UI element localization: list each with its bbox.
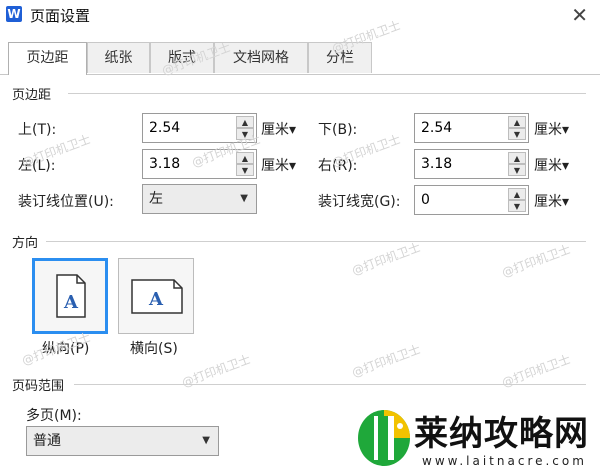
brand-url: www.laitnacre.com bbox=[422, 454, 587, 468]
bottom-margin-unit[interactable]: 厘米▾ bbox=[534, 119, 569, 139]
top-margin-input[interactable] bbox=[143, 114, 243, 142]
spin-up-icon[interactable]: ▲ bbox=[508, 188, 526, 200]
spin-up-icon[interactable]: ▲ bbox=[508, 152, 526, 164]
right-margin-spinner[interactable]: ▲ ▼ bbox=[414, 149, 529, 179]
gutter-position-value: 左 bbox=[149, 191, 163, 207]
chevron-down-icon: ▼ bbox=[202, 435, 210, 446]
title-bar: W 页面设置 ✕ bbox=[0, 0, 600, 32]
gutter-width-unit[interactable]: 厘米▾ bbox=[534, 191, 569, 211]
page-setup-dialog: W 页面设置 ✕ 页边距 纸张 版式 文档网格 分栏 页边距 上(T): ▲ ▼… bbox=[0, 0, 600, 472]
brand-logo-icon bbox=[358, 410, 410, 466]
bottom-margin-label: 下(B): bbox=[318, 122, 358, 138]
section-divider bbox=[46, 241, 586, 242]
section-title-margins: 页边距 bbox=[12, 88, 52, 103]
landscape-glyph: A bbox=[148, 289, 164, 310]
section-title-orientation: 方向 bbox=[12, 236, 39, 251]
bottom-margin-spinner[interactable]: ▲ ▼ bbox=[414, 113, 529, 143]
spin-down-icon[interactable]: ▼ bbox=[508, 128, 526, 140]
spin-up-icon[interactable]: ▲ bbox=[236, 116, 254, 128]
gutter-width-input[interactable] bbox=[415, 186, 515, 214]
watermark-text: @打印机卫士 bbox=[349, 342, 423, 380]
chevron-down-icon: ▼ bbox=[240, 193, 248, 204]
multiple-pages-value: 普通 bbox=[33, 433, 61, 449]
spin-down-icon[interactable]: ▼ bbox=[508, 164, 526, 176]
watermark-text: @打印机卫士 bbox=[499, 242, 573, 280]
watermark-text: @打印机卫士 bbox=[349, 240, 423, 278]
right-margin-unit[interactable]: 厘米▾ bbox=[534, 155, 569, 175]
dialog-title: 页面设置 bbox=[30, 7, 91, 25]
section-title-pages: 页码范围 bbox=[12, 379, 65, 394]
spin-down-icon[interactable]: ▼ bbox=[236, 164, 254, 176]
wps-writer-icon: W bbox=[6, 6, 22, 22]
gutter-width-spinner[interactable]: ▲ ▼ bbox=[414, 185, 529, 215]
gutter-width-label: 装订线宽(G): bbox=[318, 194, 401, 210]
portrait-page-icon: A bbox=[56, 274, 86, 318]
landscape-option[interactable]: A bbox=[118, 258, 194, 334]
landscape-page-icon: A bbox=[131, 279, 183, 314]
portrait-glyph: A bbox=[63, 292, 79, 313]
landscape-label[interactable]: 横向(S) bbox=[130, 338, 178, 358]
tab-margins[interactable]: 页边距 bbox=[8, 42, 87, 75]
multiple-pages-label: 多页(M): bbox=[26, 408, 82, 424]
brand-name: 莱纳攻略网 bbox=[414, 414, 589, 454]
tab-bar: 页边距 纸张 版式 文档网格 分栏 bbox=[0, 42, 600, 75]
gutter-position-label: 装订线位置(U): bbox=[18, 194, 114, 210]
tab-paper[interactable]: 纸张 bbox=[87, 42, 150, 73]
top-margin-unit[interactable]: 厘米▾ bbox=[261, 119, 296, 139]
left-margin-unit[interactable]: 厘米▾ bbox=[261, 155, 296, 175]
close-icon[interactable]: ✕ bbox=[571, 3, 588, 27]
spin-down-icon[interactable]: ▼ bbox=[508, 200, 526, 212]
brand-overlay: 莱纳攻略网 www.laitnacre.com bbox=[352, 402, 600, 472]
section-divider bbox=[68, 93, 586, 94]
top-margin-label: 上(T): bbox=[18, 122, 57, 138]
right-margin-input[interactable] bbox=[415, 150, 515, 178]
bottom-margin-input[interactable] bbox=[415, 114, 515, 142]
multiple-pages-select[interactable]: 普通 ▼ bbox=[26, 426, 219, 456]
portrait-option[interactable]: A bbox=[32, 258, 108, 334]
gutter-position-select[interactable]: 左 ▼ bbox=[142, 184, 257, 214]
spin-up-icon[interactable]: ▲ bbox=[508, 116, 526, 128]
